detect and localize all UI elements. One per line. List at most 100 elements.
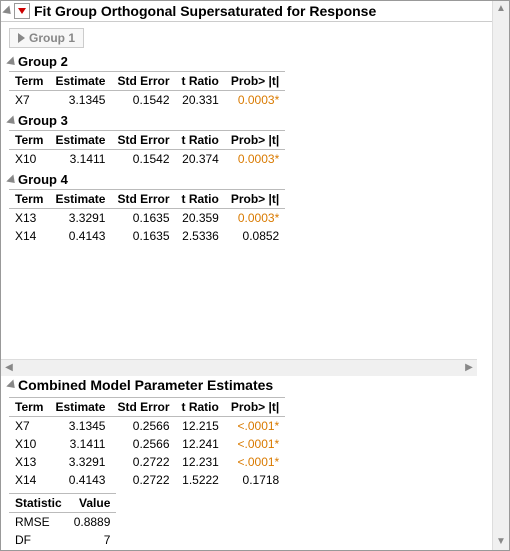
table-header-row: Term Estimate Std Error t Ratio Prob> |t… (9, 190, 285, 209)
group-3-header[interactable]: Group 3 (9, 113, 493, 128)
disclosure-icon[interactable] (6, 56, 18, 68)
cell-t: 12.215 (176, 417, 225, 436)
cell-term: X14 (9, 227, 49, 245)
col-tratio: t Ratio (176, 190, 225, 209)
cell-val: 0.8889 (68, 513, 117, 532)
group-3-label: Group 3 (18, 113, 68, 128)
cell-p: 0.1718 (225, 471, 285, 489)
table-row: X10 3.1411 0.2566 12.241 <.0001* (9, 435, 285, 453)
col-stderr: Std Error (111, 131, 175, 150)
disclosure-icon[interactable] (2, 5, 14, 17)
hotspot-menu[interactable] (14, 3, 30, 19)
cell-term: X13 (9, 209, 49, 228)
col-prob: Prob> |t| (225, 398, 285, 417)
cell-est: 0.4143 (49, 227, 111, 245)
col-prob: Prob> |t| (225, 72, 285, 91)
cell-t: 12.231 (176, 453, 225, 471)
cell-se: 0.1635 (111, 227, 175, 245)
col-tratio: t Ratio (176, 131, 225, 150)
cell-term: X13 (9, 453, 49, 471)
cell-p: <.0001* (225, 435, 285, 453)
cell-stat: RMSE (9, 513, 68, 532)
cell-t: 2.5336 (176, 227, 225, 245)
cell-p: 0.0003* (225, 209, 285, 228)
table-row: X10 3.1411 0.1542 20.374 0.0003* (9, 150, 285, 169)
cell-t: 20.359 (176, 209, 225, 228)
table-row: DF 7 (9, 531, 116, 549)
combined-stats-table: Statistic Value RMSE 0.8889 DF 7 (9, 493, 116, 549)
horizontal-scrollbar[interactable]: ◀ ▶ (1, 359, 477, 376)
col-term: Term (9, 131, 49, 150)
cell-term: X14 (9, 471, 49, 489)
group-2-header[interactable]: Group 2 (9, 54, 493, 69)
cell-term: X7 (9, 417, 49, 436)
group-2-label: Group 2 (18, 54, 68, 69)
down-triangle-icon (18, 8, 26, 14)
col-value: Value (68, 494, 117, 513)
disclosure-icon[interactable] (6, 115, 18, 127)
scroll-left-icon[interactable]: ◀ (1, 360, 17, 376)
scroll-up-icon[interactable]: ▲ (493, 1, 509, 17)
vertical-scrollbar[interactable]: ▲ ▼ (492, 1, 509, 550)
combined-header[interactable]: Combined Model Parameter Estimates (1, 375, 477, 395)
cell-p: 0.0003* (225, 91, 285, 110)
report-window: Fit Group Orthogonal Supersaturated for … (0, 0, 510, 551)
disclosure-icon[interactable] (6, 379, 18, 391)
cell-p: <.0001* (225, 453, 285, 471)
cell-p: 0.0003* (225, 150, 285, 169)
outline-title-row: Fit Group Orthogonal Supersaturated for … (1, 1, 493, 22)
cell-term: X10 (9, 150, 49, 169)
cell-se: 0.2722 (111, 453, 175, 471)
cell-est: 3.3291 (49, 209, 111, 228)
combined-section: Combined Model Parameter Estimates Term … (1, 375, 477, 550)
cell-est: 3.1345 (49, 91, 111, 110)
cell-se: 0.2566 (111, 417, 175, 436)
col-stderr: Std Error (111, 398, 175, 417)
table-header-row: Statistic Value (9, 494, 116, 513)
report-content: Fit Group Orthogonal Supersaturated for … (1, 1, 493, 550)
col-prob: Prob> |t| (225, 190, 285, 209)
col-estimate: Estimate (49, 190, 111, 209)
cell-t: 20.331 (176, 91, 225, 110)
table-header-row: Term Estimate Std Error t Ratio Prob> |t… (9, 398, 285, 417)
col-prob: Prob> |t| (225, 131, 285, 150)
col-term: Term (9, 190, 49, 209)
cell-val: 7 (68, 531, 117, 549)
cell-est: 0.4143 (49, 471, 111, 489)
combined-table: Term Estimate Std Error t Ratio Prob> |t… (9, 397, 285, 489)
cell-est: 3.1411 (49, 150, 111, 169)
disclosure-icon[interactable] (18, 33, 25, 43)
col-stderr: Std Error (111, 190, 175, 209)
cell-est: 3.3291 (49, 453, 111, 471)
table-row: X14 0.4143 0.2722 1.5222 0.1718 (9, 471, 285, 489)
group-1-header[interactable]: Group 1 (9, 28, 84, 48)
cell-p: 0.0852 (225, 227, 285, 245)
cell-stat: DF (9, 531, 68, 549)
col-tratio: t Ratio (176, 72, 225, 91)
scroll-right-icon[interactable]: ▶ (461, 360, 477, 376)
cell-t: 12.241 (176, 435, 225, 453)
table-row: X13 3.3291 0.2722 12.231 <.0001* (9, 453, 285, 471)
table-header-row: Term Estimate Std Error t Ratio Prob> |t… (9, 72, 285, 91)
col-estimate: Estimate (49, 398, 111, 417)
col-estimate: Estimate (49, 131, 111, 150)
cell-se: 0.2566 (111, 435, 175, 453)
table-row: RMSE 0.8889 (9, 513, 116, 532)
cell-t: 1.5222 (176, 471, 225, 489)
cell-t: 20.374 (176, 150, 225, 169)
cell-se: 0.1542 (111, 91, 175, 110)
cell-se: 0.1635 (111, 209, 175, 228)
group-4-label: Group 4 (18, 172, 68, 187)
group-3-table: Term Estimate Std Error t Ratio Prob> |t… (9, 130, 285, 168)
group-4-header[interactable]: Group 4 (9, 172, 493, 187)
cell-se: 0.2722 (111, 471, 175, 489)
cell-est: 3.1411 (49, 435, 111, 453)
scroll-down-icon[interactable]: ▼ (493, 534, 509, 550)
col-stderr: Std Error (111, 72, 175, 91)
report-title: Fit Group Orthogonal Supersaturated for … (34, 3, 376, 19)
disclosure-icon[interactable] (6, 174, 18, 186)
cell-term: X10 (9, 435, 49, 453)
group-2-section: Group 2 Term Estimate Std Error t Ratio … (9, 54, 493, 109)
table-row: X14 0.4143 0.1635 2.5336 0.0852 (9, 227, 285, 245)
col-term: Term (9, 72, 49, 91)
